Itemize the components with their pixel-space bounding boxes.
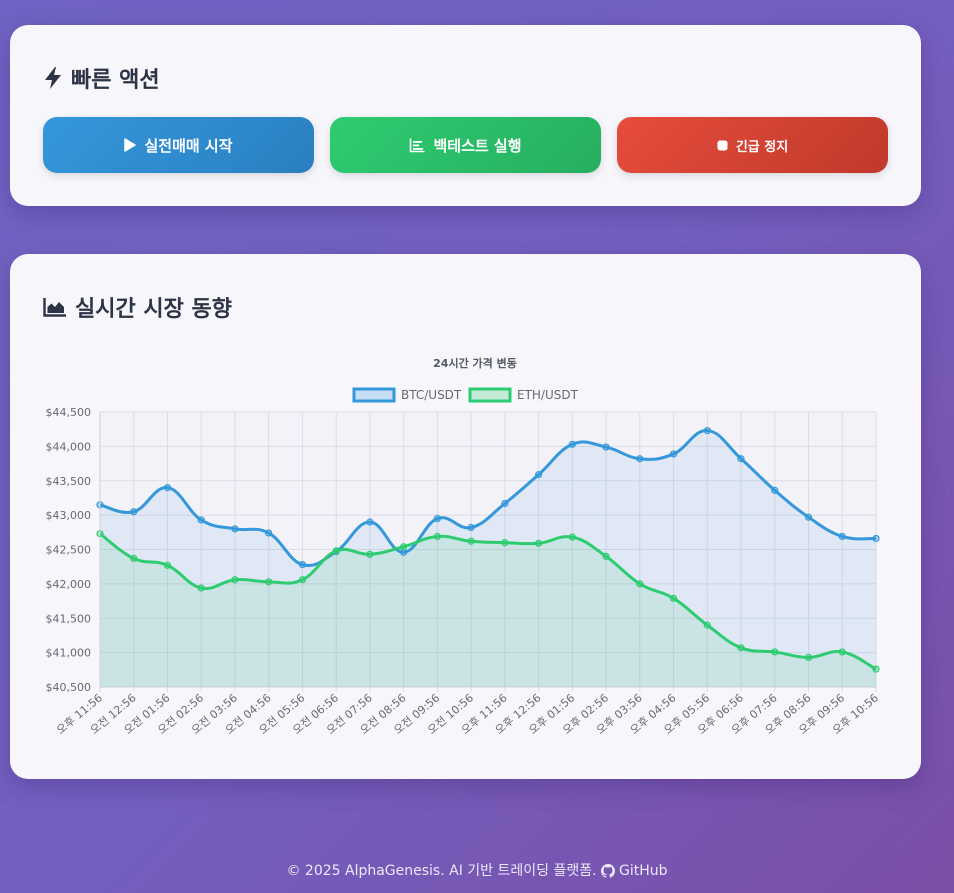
data-point — [231, 576, 239, 584]
data-point — [130, 554, 138, 563]
start-live-trading-button[interactable]: 실전매매 시작 — [43, 117, 314, 173]
data-point — [265, 578, 273, 586]
data-point — [737, 644, 745, 652]
data-point — [400, 543, 408, 551]
data-point — [163, 484, 172, 492]
data-point — [433, 514, 441, 523]
legend-label: ETH/USDT — [517, 388, 579, 402]
data-point — [703, 621, 711, 629]
legend-swatch — [468, 387, 512, 403]
stop-icon — [717, 140, 728, 151]
chart-title: 24시간 가격 변동 — [433, 356, 517, 370]
data-point — [872, 665, 880, 673]
data-point — [703, 426, 711, 435]
data-point — [771, 648, 779, 656]
chart-bar-icon — [409, 138, 425, 153]
data-point — [366, 550, 374, 558]
footer: © 2025 AlphaGenesis. AI 기반 트레이딩 플랫폼. Git… — [0, 860, 954, 880]
data-point — [872, 534, 880, 543]
data-point — [197, 584, 205, 592]
data-point — [568, 440, 576, 448]
bolt-icon — [43, 66, 63, 90]
data-point — [197, 516, 205, 524]
data-point — [804, 653, 813, 662]
github-icon — [601, 863, 616, 879]
data-point — [838, 648, 846, 656]
run-backtest-button[interactable]: 백테스트 실행 — [330, 117, 601, 173]
data-point — [568, 533, 576, 541]
data-point — [501, 539, 509, 547]
data-point — [231, 525, 239, 533]
y-tick-label: $44,500 — [46, 406, 92, 419]
emergency-stop-button[interactable]: 긴급 정지 — [617, 117, 888, 173]
chart-area-icon — [43, 297, 67, 317]
data-point — [265, 529, 273, 537]
data-point — [737, 455, 745, 463]
data-point — [467, 537, 475, 545]
legend-label: BTC/USDT — [401, 388, 462, 402]
data-point — [804, 513, 813, 521]
data-point — [366, 518, 374, 526]
data-point — [501, 499, 509, 508]
market-trend-title-text: 실시간 시장 동향 — [75, 297, 232, 322]
data-point — [163, 561, 172, 569]
y-tick-label: $44,000 — [46, 440, 92, 453]
data-point — [535, 470, 543, 479]
start-live-trading-label: 실전매매 시작 — [144, 136, 233, 155]
y-tick-label: $42,000 — [46, 578, 92, 591]
data-point — [636, 455, 644, 463]
data-point — [130, 508, 138, 516]
data-point — [669, 450, 678, 458]
data-point — [298, 561, 307, 569]
y-tick-label: $41,500 — [46, 612, 92, 625]
y-tick-label: $41,000 — [46, 647, 92, 660]
data-point — [467, 523, 475, 532]
github-link[interactable]: GitHub — [601, 863, 668, 879]
data-point — [332, 547, 340, 555]
price-chart: 24시간 가격 변동 BTC/USDT ETH/USDT $40,500 $41,000… — [46, 356, 881, 737]
quick-actions-title-text: 빠른 액션 — [71, 68, 160, 93]
legend-swatch — [352, 387, 396, 403]
quick-actions-card: 빠른 액션 실전매매 시작 백테스트 실행 긴급 정지 — [10, 25, 921, 206]
data-point — [602, 443, 610, 451]
play-icon — [124, 138, 137, 152]
data-point — [602, 552, 610, 560]
run-backtest-label: 백테스트 실행 — [433, 136, 522, 155]
y-tick-label: $40,500 — [46, 681, 92, 694]
emergency-stop-label: 긴급 정지 — [735, 139, 789, 155]
data-point — [838, 532, 846, 541]
y-tick-label: $43,500 — [46, 475, 92, 488]
data-point — [535, 539, 543, 547]
data-point — [433, 532, 441, 541]
market-trend-title: 실시간 시장 동향 — [43, 291, 232, 323]
github-label: GitHub — [619, 863, 668, 879]
data-point — [636, 580, 644, 588]
data-point — [771, 486, 779, 494]
market-trend-card: 실시간 시장 동향 24시간 가격 변동 BTC/USDT ETH/USDT $40,… — [10, 254, 921, 779]
quick-actions-title: 빠른 액션 — [43, 62, 160, 94]
footer-copyright: © 2025 AlphaGenesis. AI 기반 트레이딩 플랫폼. — [286, 863, 597, 879]
y-tick-label: $43,000 — [46, 509, 92, 522]
data-point — [298, 576, 307, 584]
y-tick-label: $42,500 — [46, 544, 92, 557]
data-point — [669, 594, 678, 602]
